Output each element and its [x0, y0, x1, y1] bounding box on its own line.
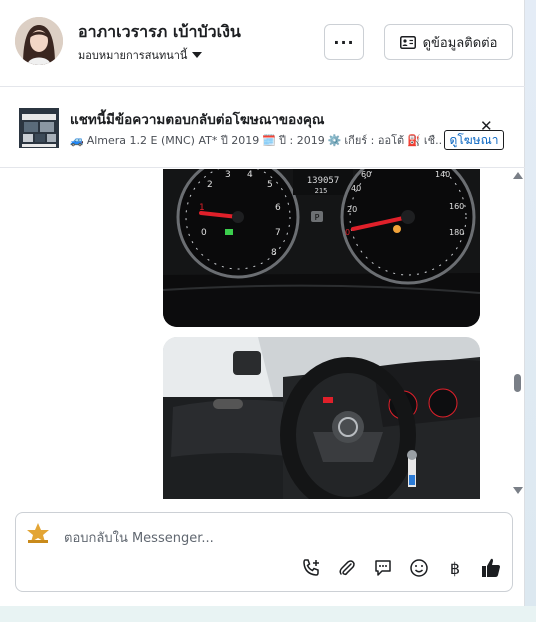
message-thread: 1 2 3 4 5 6 7 8 0 139057 215 P 0 20 40 6… [0, 169, 525, 499]
svg-text:6: 6 [275, 203, 281, 213]
composer-toolbar: ฿ [300, 557, 502, 579]
attachment-icon[interactable] [336, 557, 358, 579]
view-contact-button[interactable]: ดูข้อมูลติดต่อ [384, 24, 513, 60]
ad-reply-banner: แชทนี้มีข้อความตอบกลับต่อโฆษณาของคุณ 🚙 A… [0, 88, 525, 168]
background-footer [0, 606, 536, 622]
dashboard-photo[interactable]: 1 2 3 4 5 6 7 8 0 139057 215 P 0 20 40 6… [163, 169, 480, 327]
fuel-icon: ⛽ [407, 133, 421, 147]
svg-text:0: 0 [201, 228, 207, 238]
contact-card-icon [399, 35, 416, 49]
thumbs-up-icon[interactable] [480, 557, 502, 579]
svg-text:215: 215 [315, 187, 328, 195]
avatar[interactable] [15, 17, 63, 65]
reply-input[interactable]: ตอบกลับใน Messenger... [64, 527, 214, 548]
scroll-up-arrow-icon[interactable] [513, 172, 523, 179]
conversation-header: อาภาเวรารภ เบ้าบัวเงิน มอบหมายการสนทนานี… [0, 0, 525, 87]
svg-text:120: 120 [418, 169, 433, 171]
svg-text:2: 2 [207, 180, 213, 190]
assign-conversation[interactable]: มอบหมายการสนทนานี้ [78, 46, 203, 64]
svg-text:180: 180 [449, 228, 464, 237]
page-logo-icon [24, 521, 52, 545]
view-contact-label: ดูข้อมูลติดต่อ [422, 35, 498, 51]
svg-text:140: 140 [435, 170, 450, 179]
scrollbar-thumb[interactable] [514, 374, 521, 392]
assign-label: มอบหมายการสนทนานี้ [78, 49, 188, 62]
svg-text:5: 5 [267, 180, 273, 190]
ad-thumbnail[interactable] [19, 108, 59, 148]
svg-text:8: 8 [271, 248, 277, 258]
odometer-reading: 139057 [307, 176, 340, 186]
svg-text:3: 3 [225, 170, 231, 180]
scroll-down-arrow-icon[interactable] [513, 487, 523, 494]
view-ad-link[interactable]: ดูโฆษณา [444, 130, 504, 150]
ad-reply-title: แชทนี้มีข้อความตอบกลับต่อโฆษณาของคุณ [70, 112, 325, 128]
call-add-icon[interactable] [300, 557, 322, 579]
close-icon[interactable]: ✕ [480, 119, 493, 134]
calendar-icon: 🗓️ [262, 133, 277, 147]
steering-wheel-photo[interactable] [163, 337, 480, 499]
svg-text:0: 0 [345, 228, 350, 237]
message-scrollbar[interactable] [510, 169, 524, 499]
car-icon: 🚙 [70, 133, 84, 147]
svg-text:40: 40 [351, 184, 361, 193]
gear-icon: ⚙️ [327, 133, 342, 147]
contact-name: อาภาเวรารภ เบ้าบัวเงิน [78, 22, 241, 41]
svg-text:60: 60 [361, 170, 371, 179]
caret-down-icon [192, 52, 203, 58]
ad-fuel-text: เชื... [423, 134, 442, 147]
ad-description: 🚙 Almera 1.2 E (MNC) AT* ปี 2019 🗓️ ปี :… [70, 131, 442, 149]
payment-icon[interactable]: ฿ [444, 557, 466, 579]
message-composer[interactable]: ตอบกลับใน Messenger... ฿ [15, 512, 513, 592]
svg-text:7: 7 [275, 228, 281, 238]
svg-text:160: 160 [449, 202, 464, 211]
emoji-icon[interactable] [408, 557, 430, 579]
svg-text:P: P [315, 213, 320, 222]
more-icon: ··· [333, 32, 355, 52]
svg-text:4: 4 [247, 170, 253, 180]
ad-model-text: Almera 1.2 E (MNC) AT* ปี 2019 [86, 134, 260, 147]
ad-year-text: ปี : 2019 [279, 134, 325, 147]
background-strip [525, 0, 536, 622]
more-options-button[interactable]: ··· [324, 24, 364, 60]
svg-text:20: 20 [347, 205, 357, 214]
saved-replies-icon[interactable] [372, 557, 394, 579]
svg-text:80: 80 [381, 169, 391, 171]
chat-panel: อาภาเวรารภ เบ้าบัวเงิน มอบหมายการสนทนานี… [0, 0, 525, 606]
ad-gear-text: เกียร์ : ออโต้ [344, 134, 405, 147]
